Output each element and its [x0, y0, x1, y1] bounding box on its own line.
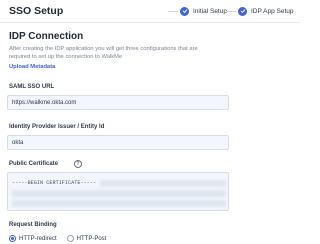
- upload-metadata-link[interactable]: Upload Metadata: [9, 64, 55, 70]
- step-idp-app-setup[interactable]: IDP App Setup: [238, 4, 294, 18]
- radio-http-post[interactable]: HTTP-Post: [66, 235, 107, 242]
- info-icon[interactable]: ?: [74, 160, 82, 168]
- setup-stepper: Initial Setup IDP App Setup: [168, 4, 300, 18]
- redacted-text: [12, 200, 226, 207]
- sso-setup-page: SSO Setup Initial Setup IDP App Setup ID…: [0, 0, 300, 244]
- radio-unselected-icon: [66, 235, 74, 242]
- redacted-text: [12, 190, 226, 197]
- redacted-text: [100, 180, 226, 187]
- certificate-text: -----BEGIN CERTIFICATE-----: [12, 180, 97, 186]
- saml-sso-url-input[interactable]: https://walkme.okta.com: [7, 95, 229, 110]
- radio-label: HTTP-redirect: [19, 235, 57, 242]
- radio-http-redirect[interactable]: HTTP-redirect: [9, 235, 57, 242]
- intro-line: After creating the IDP application you w…: [9, 46, 198, 52]
- radio-selected-icon: [9, 235, 16, 242]
- request-binding-label: Request Binding: [9, 222, 57, 228]
- public-certificate-label: Public Certificate: [9, 161, 59, 167]
- section-title: IDP Connection: [9, 31, 84, 42]
- step-initial-setup[interactable]: Initial Setup: [180, 4, 227, 18]
- intro-text: After creating the IDP application you w…: [9, 45, 249, 61]
- step-label: IDP App Setup: [251, 7, 294, 15]
- saml-sso-url-label: SAML SSO URL: [9, 84, 55, 90]
- radio-label: HTTP-Post: [76, 235, 107, 242]
- request-binding-group: HTTP-redirect HTTP-Post: [9, 234, 116, 243]
- public-certificate-textarea[interactable]: -----BEGIN CERTIFICATE-----: [7, 172, 229, 211]
- issuer-label: Identity Provider Issuer / Entity Id: [9, 124, 105, 130]
- intro-line: required to set up the connection to Wal…: [9, 54, 123, 60]
- check-icon: [180, 6, 189, 16]
- header-bar: SSO Setup Initial Setup IDP App Setup: [0, 0, 300, 23]
- stepper-connector: [226, 11, 236, 12]
- stepper-connector: [168, 11, 178, 12]
- issuer-input[interactable]: okta: [7, 135, 229, 150]
- check-icon: [238, 6, 247, 16]
- step-label: Initial Setup: [193, 7, 227, 15]
- page-title: SSO Setup: [9, 5, 64, 17]
